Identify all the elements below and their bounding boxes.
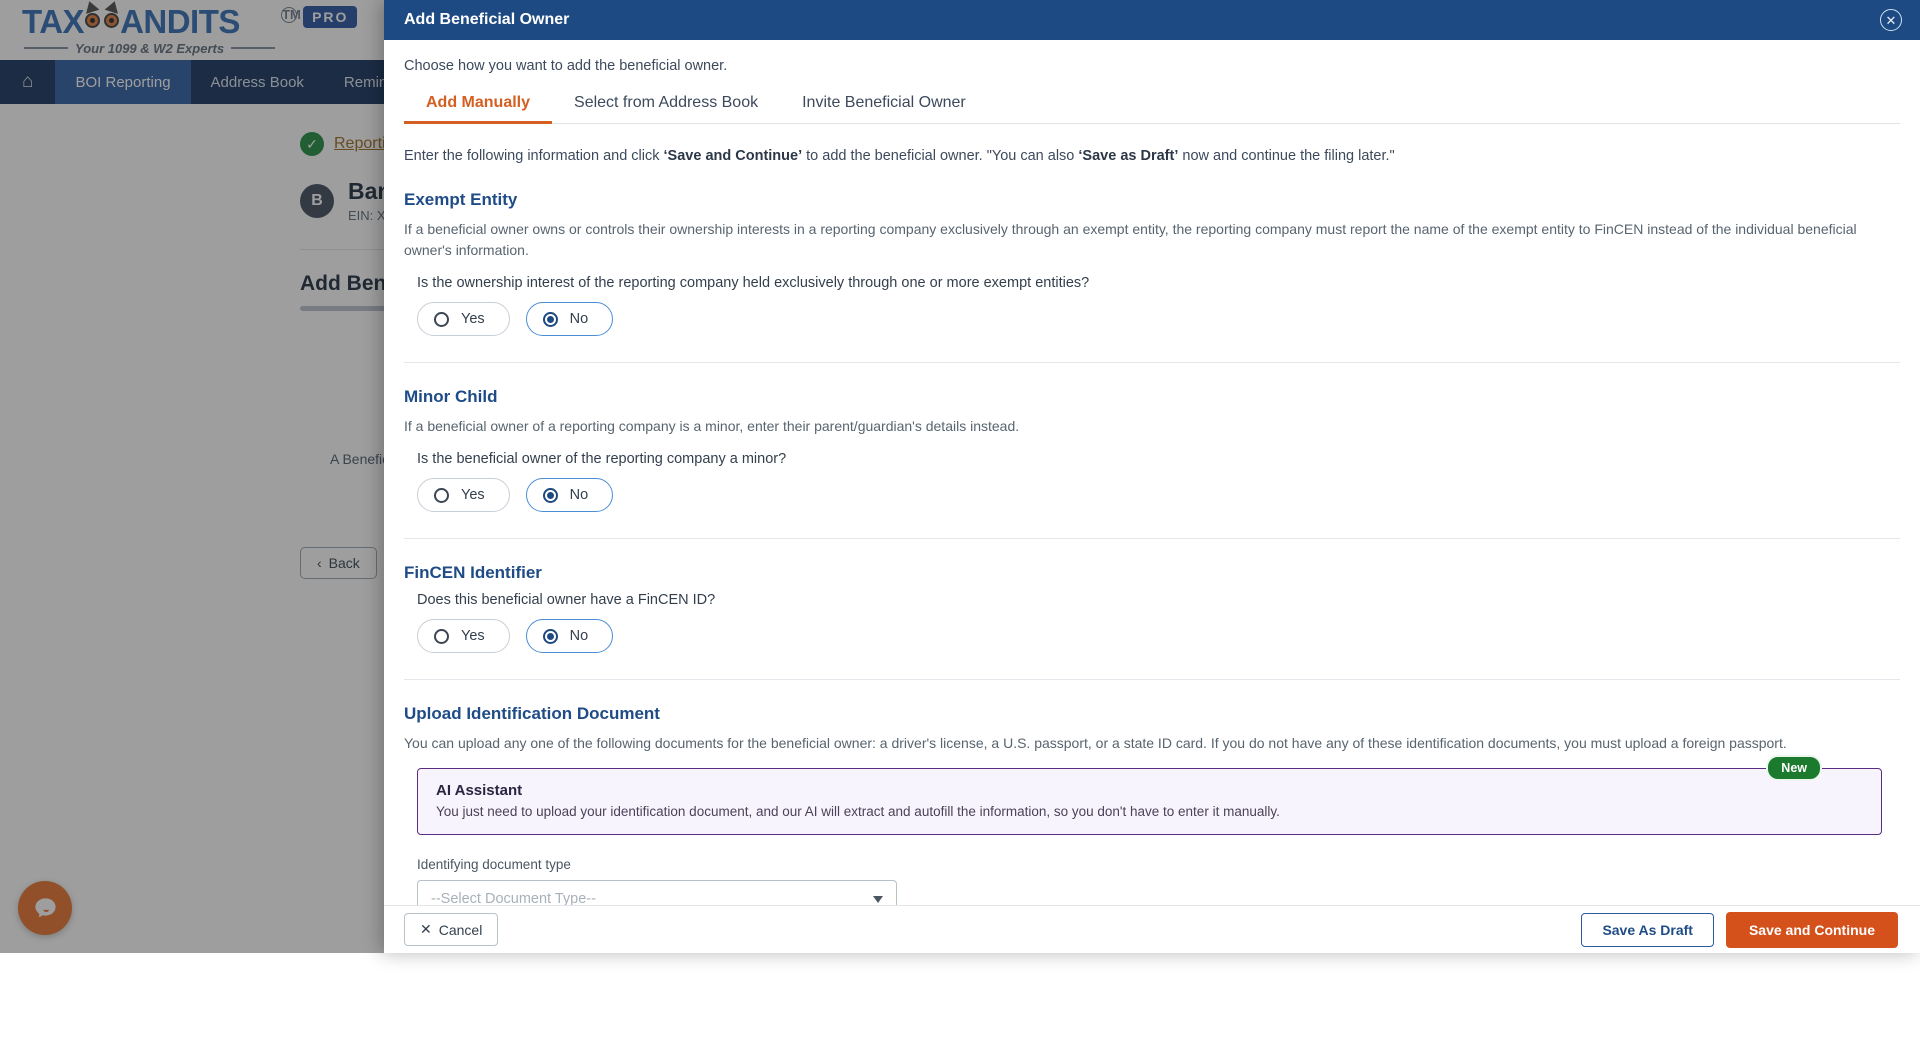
instruction-part-1: Enter the following information and clic… <box>404 148 664 164</box>
radio-dot-icon <box>434 629 449 644</box>
footer-actions: Save As Draft Save and Continue <box>1581 912 1898 948</box>
tab-label: Invite Beneficial Owner <box>802 94 966 111</box>
radio-dot-icon <box>543 488 558 503</box>
save-and-continue-button[interactable]: Save and Continue <box>1726 912 1898 948</box>
modal-tabs: Add Manually Select from Address Book In… <box>404 94 1900 124</box>
radio-label: Yes <box>461 311 485 327</box>
section-title: Minor Child <box>404 387 1900 407</box>
chevron-down-icon <box>873 896 883 903</box>
modal-header: Add Beneficial Owner ✕ <box>384 0 1920 40</box>
section-title: Upload Identification Document <box>404 704 1900 724</box>
section-fincen-identifier: FinCEN Identifier Does this beneficial o… <box>404 563 1900 653</box>
section-upload-identification-document: Upload Identification Document You can u… <box>404 704 1900 905</box>
tab-label: Add Manually <box>426 94 530 111</box>
close-x-icon: ✕ <box>420 921 432 938</box>
ai-assistant-callout: New AI Assistant You just need to upload… <box>417 768 1900 835</box>
tab-select-from-address-book[interactable]: Select from Address Book <box>552 94 780 123</box>
cancel-button-label: Cancel <box>439 922 483 938</box>
radio-label: No <box>570 628 589 644</box>
divider <box>404 679 1900 680</box>
divider <box>404 362 1900 363</box>
instruction-bold-save-continue: ‘Save and Continue’ <box>664 148 803 164</box>
cancel-button[interactable]: ✕ Cancel <box>404 913 498 946</box>
instruction-part-3: now and continue the filing later." <box>1178 148 1394 164</box>
radio-group-fincen-identifier: Yes No <box>417 619 1900 653</box>
section-question: Does this beneficial owner have a FinCEN… <box>417 592 1900 608</box>
radio-minor-child-yes[interactable]: Yes <box>417 478 510 512</box>
divider <box>404 538 1900 539</box>
new-badge: New <box>1766 755 1822 781</box>
radio-dot-icon <box>543 312 558 327</box>
tab-add-manually[interactable]: Add Manually <box>404 94 552 123</box>
ai-assistant-title: AI Assistant <box>436 782 1863 799</box>
section-description: If a beneficial owner owns or controls t… <box>404 219 1864 261</box>
tab-invite-beneficial-owner[interactable]: Invite Beneficial Owner <box>780 94 988 123</box>
radio-dot-icon <box>434 312 449 327</box>
add-beneficial-owner-modal: Add Beneficial Owner ✕ Choose how you wa… <box>384 0 1920 953</box>
radio-label: No <box>570 487 589 503</box>
radio-fincen-yes[interactable]: Yes <box>417 619 510 653</box>
radio-dot-icon <box>434 488 449 503</box>
close-icon[interactable]: ✕ <box>1880 9 1902 31</box>
section-minor-child: Minor Child If a beneficial owner of a r… <box>404 387 1900 512</box>
section-description: You can upload any one of the following … <box>404 733 1864 754</box>
section-question: Is the beneficial owner of the reporting… <box>417 451 1900 467</box>
modal-footer: ✕ Cancel Save As Draft Save and Continue <box>384 905 1920 953</box>
radio-label: Yes <box>461 487 485 503</box>
tab-label: Select from Address Book <box>574 94 758 111</box>
save-as-draft-label: Save As Draft <box>1602 922 1693 938</box>
save-and-continue-label: Save and Continue <box>1749 922 1875 938</box>
save-as-draft-button[interactable]: Save As Draft <box>1581 913 1714 947</box>
document-type-label: Identifying document type <box>417 857 1900 872</box>
radio-exempt-entity-no[interactable]: No <box>526 302 614 336</box>
modal-lead-text: Choose how you want to add the beneficia… <box>404 58 1900 74</box>
document-type-select[interactable]: --Select Document Type-- <box>417 880 897 905</box>
radio-minor-child-no[interactable]: No <box>526 478 614 512</box>
radio-label: Yes <box>461 628 485 644</box>
modal-body[interactable]: Choose how you want to add the beneficia… <box>384 40 1920 905</box>
radio-fincen-no[interactable]: No <box>526 619 614 653</box>
section-title: Exempt Entity <box>404 190 1900 210</box>
radio-dot-icon <box>543 629 558 644</box>
ai-assistant-box: AI Assistant You just need to upload you… <box>417 768 1882 835</box>
ai-assistant-description: You just need to upload your identificat… <box>436 804 1863 819</box>
section-title: FinCEN Identifier <box>404 563 1900 583</box>
instruction-bold-save-draft: ‘Save as Draft’ <box>1078 148 1178 164</box>
radio-label: No <box>570 311 589 327</box>
radio-group-minor-child: Yes No <box>417 478 1900 512</box>
section-exempt-entity: Exempt Entity If a beneficial owner owns… <box>404 190 1900 336</box>
form-instruction: Enter the following information and clic… <box>404 148 1900 164</box>
modal-title: Add Beneficial Owner <box>404 11 569 29</box>
instruction-part-2: to add the beneficial owner. "You can al… <box>802 148 1078 164</box>
radio-group-exempt-entity: Yes No <box>417 302 1900 336</box>
radio-exempt-entity-yes[interactable]: Yes <box>417 302 510 336</box>
section-question: Is the ownership interest of the reporti… <box>417 275 1900 291</box>
document-type-value: --Select Document Type-- <box>431 891 596 905</box>
section-description: If a beneficial owner of a reporting com… <box>404 416 1864 437</box>
